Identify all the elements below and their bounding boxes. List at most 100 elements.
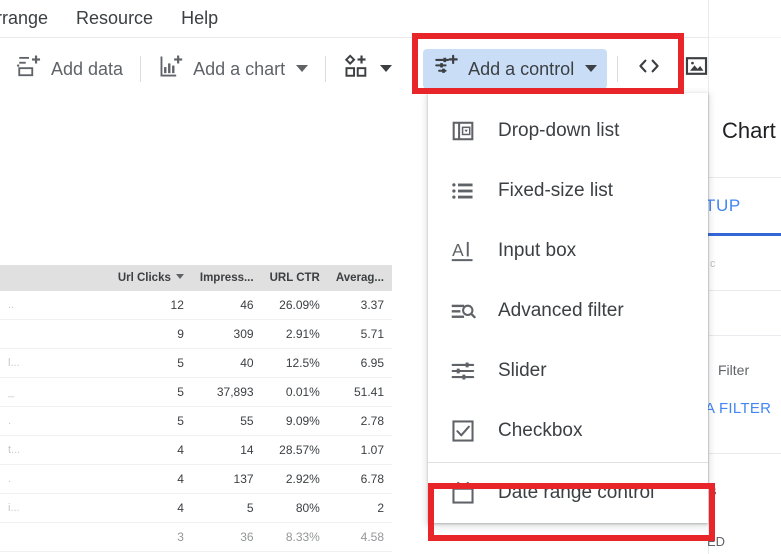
panel-obscured-text-1: s — [710, 483, 717, 498]
table-header-url-ctr[interactable]: URL CTR — [262, 265, 328, 291]
calendar-icon — [450, 480, 476, 506]
toolbar: Add data Add a — [0, 37, 781, 99]
menu-item-slider[interactable]: Slider — [428, 341, 708, 401]
fixed-size-list-icon — [450, 178, 476, 204]
add-filter-link[interactable]: A FILTER — [705, 400, 771, 417]
menubar: rrange Resource Help — [0, 0, 781, 37]
cell-url-clicks: 5 — [110, 407, 192, 436]
cell-url-clicks: 4 — [110, 494, 192, 523]
panel-divider-top — [709, 37, 781, 38]
cell-average: 1.07 — [328, 436, 392, 465]
input-box-icon: A — [450, 238, 476, 264]
data-table-widget[interactable]: Url Clicks Impress... URL CTR Averag... … — [0, 265, 392, 554]
table-row[interactable]: t... 4 14 28.57% 1.07 — [0, 436, 392, 465]
menu-item-label: Slider — [498, 360, 547, 382]
table-header-impressions[interactable]: Impress... — [192, 265, 262, 291]
screenshot-root: rrange Resource Help Add data — [0, 0, 781, 554]
add-control-menu: Drop-down list Fixed-size list — [428, 93, 708, 523]
cell-url-ctr: 0.01% — [262, 378, 328, 407]
table-header-row: Url Clicks Impress... URL CTR Averag... — [0, 265, 392, 291]
advanced-filter-icon — [450, 298, 476, 324]
panel-divider-1 — [709, 290, 781, 291]
cell-impressions: 137 — [192, 465, 262, 494]
add-chart-icon — [158, 53, 184, 84]
table-row[interactable]: 9 309 2.91% 5.71 — [0, 320, 392, 349]
panel-divider-title — [709, 177, 781, 178]
cell-impressions: 5 — [192, 494, 262, 523]
cell-average: 6.78 — [328, 465, 392, 494]
menu-item-fixed-size-list[interactable]: Fixed-size list — [428, 161, 708, 221]
cell-url-ctr: 2.92% — [262, 465, 328, 494]
svg-text:A: A — [452, 240, 464, 260]
cell-dimension: _ — [0, 378, 110, 407]
cell-url-ctr: 9.09% — [262, 407, 328, 436]
table-row[interactable]: 3 36 8.33% 4.58 — [0, 523, 392, 552]
menubar-item-help[interactable]: Help — [167, 0, 232, 37]
add-chart-label: Add a chart — [193, 60, 285, 78]
drop-down-list-icon — [450, 118, 476, 144]
panel-divider-3 — [709, 453, 781, 454]
code-embed-icon — [635, 53, 663, 84]
menu-item-checkbox[interactable]: Checkbox — [428, 401, 708, 461]
menu-item-label: Drop-down list — [498, 120, 619, 142]
tab-setup[interactable]: TUP — [705, 196, 741, 216]
table-header-url-clicks[interactable]: Url Clicks — [110, 265, 192, 291]
chevron-down-icon[interactable] — [585, 65, 597, 72]
cell-average: 2 — [328, 494, 392, 523]
menu-item-date-range-control[interactable]: Date range control — [428, 463, 708, 523]
add-data-label: Add data — [51, 60, 123, 78]
cell-url-ctr: 12.5% — [262, 349, 328, 378]
cell-url-clicks: 5 — [110, 378, 192, 407]
tune-plus-icon — [433, 53, 459, 84]
cell-url-clicks: 4 — [110, 465, 192, 494]
table-row[interactable]: . 5 55 9.09% 2.78 — [0, 407, 392, 436]
menubar-item-resource[interactable]: Resource — [62, 0, 167, 37]
cell-average: 51.41 — [328, 378, 392, 407]
add-data-button[interactable]: Add data — [6, 49, 133, 89]
cell-url-clicks: 3 — [110, 523, 192, 552]
cell-dimension: l... — [0, 349, 110, 378]
embed-code-button[interactable] — [625, 49, 673, 89]
cell-dimension: . — [0, 407, 110, 436]
panel-field-chip[interactable]: c — [710, 258, 716, 270]
cell-impressions: 36 — [192, 523, 262, 552]
sort-descending-icon — [176, 274, 184, 279]
chevron-down-icon[interactable] — [380, 65, 392, 72]
properties-panel: Chart TUP c Filter A FILTER s ED — [708, 0, 781, 554]
table-row[interactable]: i... 4 5 80% 2 — [0, 494, 392, 523]
table-header-average[interactable]: Averag... — [328, 265, 392, 291]
table-row[interactable]: . 4 137 2.92% 6.78 — [0, 465, 392, 494]
table-header-dimension[interactable] — [0, 265, 110, 291]
tab-setup-underline — [699, 233, 781, 236]
menubar-item-arrange[interactable]: rrange — [0, 0, 62, 37]
menu-item-drop-down-list[interactable]: Drop-down list — [428, 101, 708, 161]
image-icon — [683, 53, 710, 84]
chevron-down-icon[interactable] — [296, 65, 308, 72]
add-control-button[interactable]: Add a control — [423, 49, 607, 89]
cell-impressions: 37,893 — [192, 378, 262, 407]
menu-item-input-box[interactable]: A Input box — [428, 221, 708, 281]
menu-item-advanced-filter[interactable]: Advanced filter — [428, 281, 708, 341]
add-chart-button[interactable]: Add a chart — [148, 49, 318, 89]
add-data-icon — [16, 53, 42, 84]
shapes-button[interactable] — [333, 49, 402, 89]
cell-url-ctr: 80% — [262, 494, 328, 523]
panel-title: Chart — [722, 118, 776, 144]
table-row[interactable]: _ 5 37,893 0.01% 51.41 — [0, 378, 392, 407]
table-row[interactable]: l... 5 40 12.5% 6.95 — [0, 349, 392, 378]
data-table: Url Clicks Impress... URL CTR Averag... … — [0, 265, 392, 552]
table-row[interactable]: .. 12 46 26.09% 3.37 — [0, 291, 392, 320]
cell-url-ctr: 8.33% — [262, 523, 328, 552]
cell-impressions: 14 — [192, 436, 262, 465]
menu-item-label: Date range control — [498, 482, 654, 504]
cell-dimension: . — [0, 465, 110, 494]
toolbar-divider-2 — [325, 56, 326, 82]
cell-url-clicks: 9 — [110, 320, 192, 349]
toolbar-divider-3 — [412, 56, 413, 82]
cell-url-clicks: 12 — [110, 291, 192, 320]
cell-url-clicks: 4 — [110, 436, 192, 465]
checkbox-icon — [450, 418, 476, 444]
slider-icon — [450, 358, 476, 384]
cell-url-clicks: 5 — [110, 349, 192, 378]
cell-average: 3.37 — [328, 291, 392, 320]
